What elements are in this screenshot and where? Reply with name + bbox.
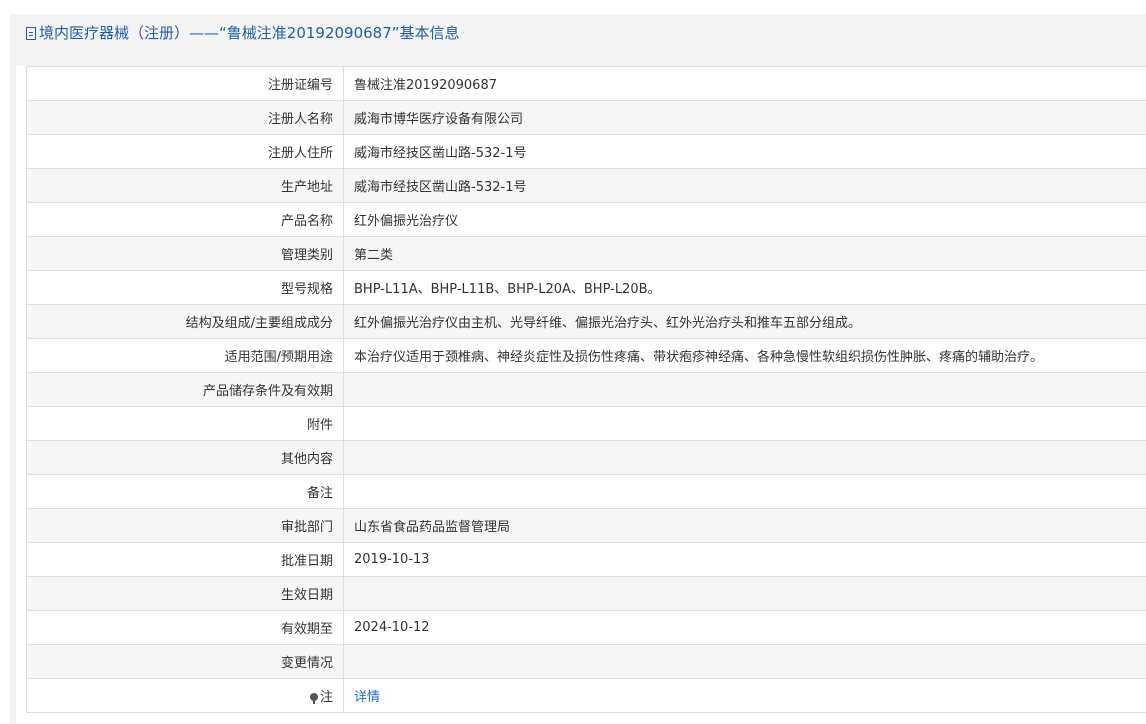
row-value-registrant-address: 威海市经技区凿山路-532-1号 — [343, 134, 1146, 169]
row-value-product-name: 红外偏振光治疗仪 — [343, 202, 1146, 237]
row-label-approval-department: 审批部门 — [26, 508, 344, 543]
row-label-valid-until: 有效期至 — [26, 610, 344, 645]
row-label-registrant-address: 注册人住所 — [26, 134, 344, 169]
row-value-management-category: 第二类 — [343, 236, 1146, 271]
row-label-note: 注 — [26, 678, 344, 713]
row-value-registrant-name: 威海市博华医疗设备有限公司 — [343, 100, 1146, 135]
row-label-storage-conditions: 产品储存条件及有效期 — [26, 372, 344, 407]
table-row: 产品名称 红外偏振光治疗仪 — [26, 202, 1146, 237]
table-row: 管理类别 第二类 — [26, 236, 1146, 271]
row-label-approval-date: 批准日期 — [26, 542, 344, 577]
row-value-structure: 红外偏振光治疗仪由主机、光导纤维、偏振光治疗头、红外光治疗头和推车五部分组成。 — [343, 304, 1146, 339]
row-label-intended-use: 适用范围/预期用途 — [26, 338, 344, 373]
row-value-change-status — [343, 644, 1146, 679]
row-value-note: 详情 — [343, 678, 1146, 713]
row-label-production-address: 生产地址 — [26, 168, 344, 203]
row-label-structure: 结构及组成/主要组成成分 — [26, 304, 344, 339]
row-value-approval-department: 山东省食品药品监督管理局 — [343, 508, 1146, 543]
row-value-registration-number: 鲁械注准20192090687 — [343, 66, 1146, 101]
note-label: 注 — [319, 690, 333, 705]
row-value-attachments — [343, 406, 1146, 441]
table-row: 注 详情 — [26, 678, 1146, 713]
row-label-change-status: 变更情况 — [26, 644, 344, 679]
table-row: 适用范围/预期用途 本治疗仪适用于颈椎病、神经炎症性及损伤性疼痛、带状疱疹神经痛、… — [26, 338, 1146, 373]
row-label-registration-number: 注册证编号 — [26, 66, 344, 101]
table-row: 变更情况 — [26, 644, 1146, 679]
table-row: 审批部门 山东省食品药品监督管理局 — [26, 508, 1146, 543]
table-row: 其他内容 — [26, 440, 1146, 475]
row-value-production-address: 威海市经技区凿山路-532-1号 — [343, 168, 1146, 203]
table-row: 备注 — [26, 474, 1146, 509]
row-label-effective-date: 生效日期 — [26, 576, 344, 611]
row-label-management-category: 管理类别 — [26, 236, 344, 271]
table-row: 型号规格 BHP-L11A、BHP-L11B、BHP-L20A、BHP-L20B。 — [26, 270, 1146, 305]
row-label-remarks: 备注 — [26, 474, 344, 509]
pin-icon — [309, 693, 318, 704]
table-row: 附件 — [26, 406, 1146, 441]
info-table: 注册证编号 鲁械注准20192090687 注册人名称 威海市博华医疗设备有限公司 … — [26, 66, 1146, 713]
row-value-valid-until: 2024-10-12 — [343, 610, 1146, 645]
row-label-registrant-name: 注册人名称 — [26, 100, 344, 135]
page-title: 境内医疗器械（注册）——“鲁械注准20192090687”基本信息 — [39, 24, 460, 42]
table-row: 注册人名称 威海市博华医疗设备有限公司 — [26, 100, 1146, 135]
table-row: 生产地址 威海市经技区凿山路-532-1号 — [26, 168, 1146, 203]
row-label-model-spec: 型号规格 — [26, 270, 344, 305]
detail-panel: 注册证编号 鲁械注准20192090687 注册人名称 威海市博华医疗设备有限公司 … — [16, 66, 1146, 724]
row-value-storage-conditions — [343, 372, 1146, 407]
table-row: 生效日期 — [26, 576, 1146, 611]
table-row: 注册证编号 鲁械注准20192090687 — [26, 66, 1146, 101]
table-row: 有效期至 2024-10-12 — [26, 610, 1146, 645]
table-row: 产品储存条件及有效期 — [26, 372, 1146, 407]
row-value-model-spec: BHP-L11A、BHP-L11B、BHP-L20A、BHP-L20B。 — [343, 270, 1146, 305]
row-label-attachments: 附件 — [26, 406, 344, 441]
row-value-effective-date — [343, 576, 1146, 611]
row-value-remarks — [343, 474, 1146, 509]
table-row: 注册人住所 威海市经技区凿山路-532-1号 — [26, 134, 1146, 169]
details-link[interactable]: 详情 — [354, 690, 380, 705]
page-header: 境内医疗器械（注册）——“鲁械注准20192090687”基本信息 — [10, 14, 1146, 52]
row-value-approval-date: 2019-10-13 — [343, 542, 1146, 577]
table-row: 结构及组成/主要组成成分 红外偏振光治疗仪由主机、光导纤维、偏振光治疗头、红外光治… — [26, 304, 1146, 339]
row-label-other-content: 其他内容 — [26, 440, 344, 475]
table-row: 批准日期 2019-10-13 — [26, 542, 1146, 577]
row-label-product-name: 产品名称 — [26, 202, 344, 237]
document-icon — [26, 27, 36, 40]
row-value-other-content — [343, 440, 1146, 475]
row-value-intended-use: 本治疗仪适用于颈椎病、神经炎症性及损伤性疼痛、带状疱疹神经痛、各种急慢性软组织损… — [343, 338, 1146, 373]
